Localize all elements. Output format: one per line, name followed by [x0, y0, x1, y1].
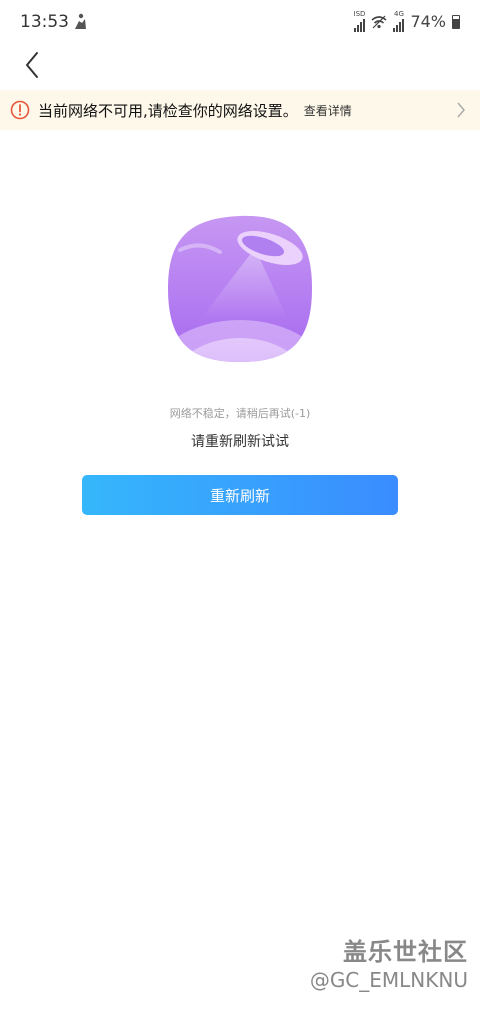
battery-icon: [452, 14, 460, 29]
status-time: 13:53: [20, 12, 69, 32]
wifi-icon: [371, 15, 387, 28]
network-warning-banner[interactable]: 当前网络不可用,请检查你的网络设置。 查看详情: [0, 90, 480, 130]
sim2-indicator: 4G: [393, 10, 405, 32]
tech-notification-icon: [75, 13, 86, 29]
status-icons: ISD 4G 74%: [354, 11, 460, 32]
warning-circle-icon: [10, 100, 30, 120]
back-arrow-icon[interactable]: [18, 50, 48, 80]
battery-text: 74%: [410, 12, 446, 31]
sim1-indicator: ISD: [353, 10, 366, 32]
error-detail-text: 网络不稳定，请稍后再试(-1): [169, 407, 311, 420]
status-bar: 13:53 ISD 4G 74%: [0, 0, 480, 44]
view-details-link[interactable]: 查看详情: [304, 102, 352, 119]
watermark-title: 盖乐世社区: [343, 938, 468, 966]
chevron-right-icon: [457, 102, 465, 118]
sim1-label: ISD: [353, 10, 366, 18]
signal-icon: [353, 18, 365, 32]
refresh-button[interactable]: 重新刷新: [82, 475, 398, 515]
banner-message: 当前网络不可用,请检查你的网络设置。: [38, 101, 298, 120]
network-error-illustration: [168, 215, 312, 362]
signal-icon-2: [393, 18, 405, 32]
retry-hint-text: 请重新刷新试试: [191, 434, 289, 450]
watermark-user: @GC_EMLNKNU: [309, 968, 468, 992]
sim2-label: 4G: [393, 10, 404, 18]
